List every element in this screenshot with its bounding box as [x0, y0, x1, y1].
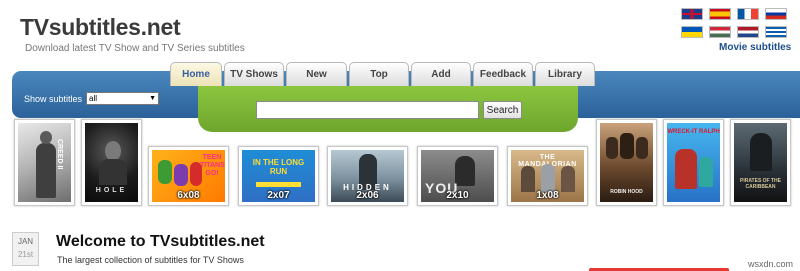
show-subtitles-label: Show subtitles: [24, 94, 83, 104]
poster-title: CREED II: [56, 139, 63, 170]
russia-flag-icon[interactable]: [765, 8, 787, 20]
search-button[interactable]: Search: [483, 101, 522, 119]
poster-title: HOLE: [95, 187, 128, 194]
poster-hidden[interactable]: HIDDEN 2x06: [327, 146, 408, 206]
poster-you[interactable]: YOU 2x10: [417, 146, 498, 206]
ukraine-flag-icon[interactable]: [681, 26, 703, 38]
poster-title: WRECK-IT RALPH: [667, 129, 720, 135]
episode-label: 2x06: [356, 190, 379, 201]
site-tagline: Download latest TV Show and TV Series su…: [25, 43, 245, 54]
show-subtitles-select[interactable]: all ▼: [86, 92, 159, 105]
language-flags: [681, 8, 787, 38]
date-badge: JAN 21st: [12, 232, 39, 266]
show-subtitles-value: all: [89, 94, 98, 103]
uk-flag-icon[interactable]: [681, 8, 703, 20]
site-logo[interactable]: TVsubtitles.net: [20, 14, 181, 41]
poster-pirates-of-the-caribbean[interactable]: PIRATES OF THE CARIBBEAN: [730, 119, 791, 206]
hungary-flag-icon[interactable]: [709, 26, 731, 38]
poster-title: PIRATES OF THE CARIBBEAN: [739, 178, 782, 190]
greece-flag-icon[interactable]: [765, 26, 787, 38]
nav-tabs: Home TV Shows New Top Add Feedback Libra…: [170, 62, 597, 86]
welcome-subtitle: The largest collection of subtitles for …: [57, 255, 244, 265]
poster-the-mandalorian[interactable]: THE MANDALORIAN 1x08: [507, 146, 588, 206]
search-input[interactable]: [256, 101, 479, 119]
episode-label: 1x08: [536, 190, 559, 201]
tab-feedback[interactable]: Feedback: [473, 62, 533, 86]
tab-top[interactable]: Top: [349, 62, 409, 86]
page: TVsubtitles.net Download latest TV Show …: [0, 0, 800, 271]
poster-robin-hood[interactable]: ROBIN HOOD: [596, 119, 657, 206]
tab-new[interactable]: New: [286, 62, 347, 86]
poster-hole[interactable]: HOLE: [81, 119, 142, 206]
tab-library[interactable]: Library: [535, 62, 595, 86]
episode-label: 2x10: [446, 190, 469, 201]
poster-wreck-it-ralph[interactable]: WRECK-IT RALPH: [663, 119, 724, 206]
spain-flag-icon[interactable]: [709, 8, 731, 20]
poster-title: IN THE LONG RUN: [252, 158, 305, 176]
poster-title: TEEN TITANS GO!: [200, 154, 225, 177]
poster-creed-ii[interactable]: CREED II: [14, 119, 75, 206]
watermark: wsxdn.com: [748, 259, 794, 269]
poster-teen-titans-go[interactable]: TEEN TITANS GO! 6x08: [148, 146, 229, 206]
date-day: 21st: [17, 250, 34, 259]
tab-home[interactable]: Home: [170, 62, 222, 86]
poster-in-the-long-run[interactable]: IN THE LONG RUN 2x07: [238, 146, 319, 206]
france-flag-icon[interactable]: [737, 8, 759, 20]
tab-add[interactable]: Add: [411, 62, 471, 86]
dropdown-arrow-icon: ▼: [149, 95, 156, 102]
tab-tv-shows[interactable]: TV Shows: [224, 62, 284, 86]
episode-label: 6x08: [177, 190, 200, 201]
date-month: JAN: [17, 237, 34, 246]
poster-title: ROBIN HOOD: [610, 189, 643, 195]
episode-label: 2x07: [267, 190, 290, 201]
movie-subtitles-link[interactable]: Movie subtitles: [719, 42, 791, 53]
netherlands-flag-icon[interactable]: [737, 26, 759, 38]
welcome-title: Welcome to TVsubtitles.net: [56, 233, 265, 250]
